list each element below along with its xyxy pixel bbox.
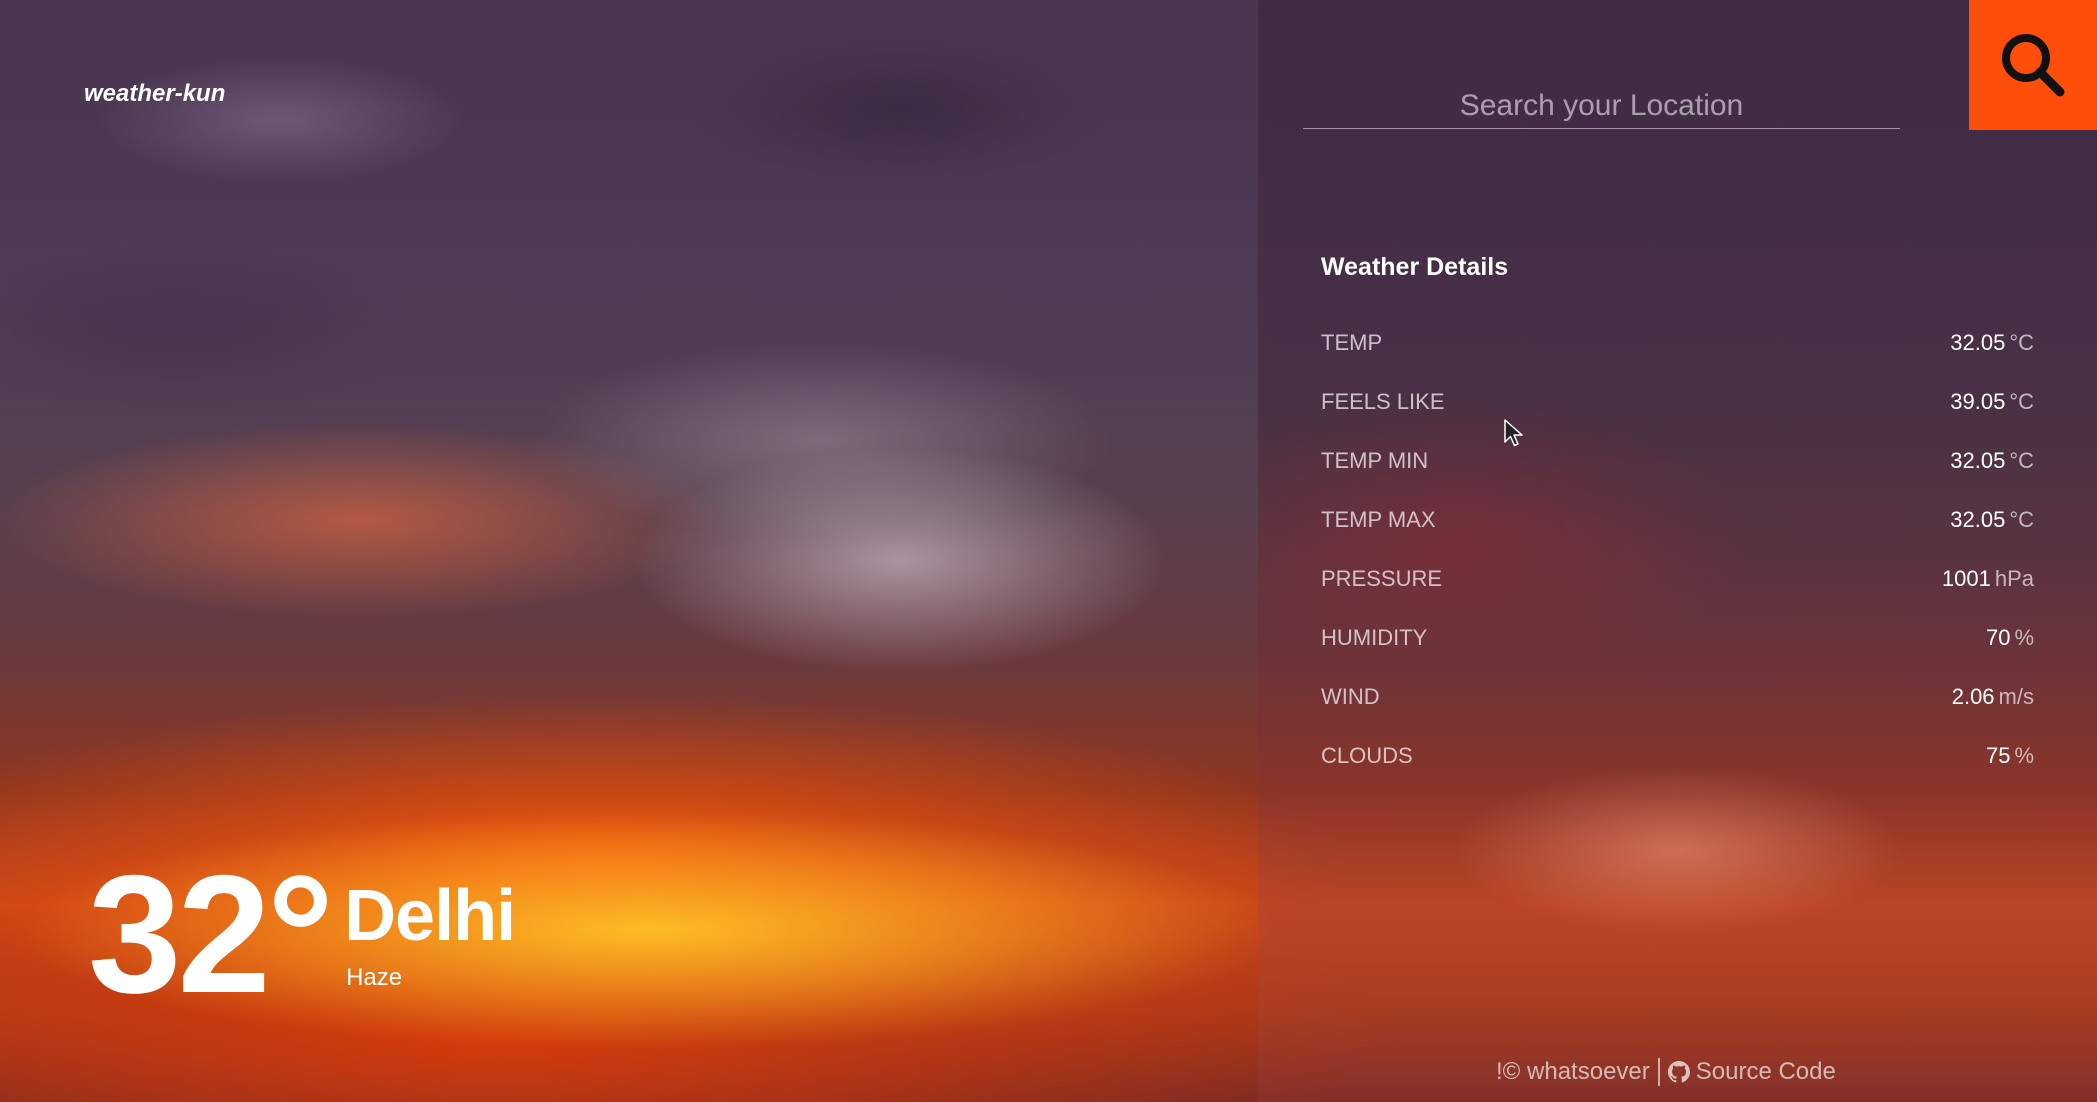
detail-value: 32.05 [1950,507,2006,532]
detail-value: 32.05 [1950,448,2006,473]
current-temperature: 32° [88,840,334,1028]
source-code-link[interactable]: Source Code [1667,1058,1836,1086]
detail-value-group: 75% [1986,743,2034,769]
search-input[interactable] [1303,84,1900,129]
detail-value: 32.05 [1950,330,2006,355]
detail-unit: % [2014,625,2034,650]
current-condition: Haze [346,964,403,991]
detail-label: TEMP MAX [1321,507,1436,532]
detail-unit: m/s [1998,684,2034,709]
weather-app: weather-kun 32° Delhi Haze Weather Detai… [0,0,2097,1102]
current-location-block: Delhi Haze [344,876,516,992]
detail-unit: °C [2009,330,2034,355]
detail-row-temp: TEMP 32.05 °C [1321,330,2034,389]
github-icon [1667,1061,1690,1083]
current-weather: 32° Delhi Haze [88,840,516,1028]
detail-label: CLOUDS [1321,743,1413,768]
detail-row-humidity: HUMIDITY 70% [1321,625,2034,684]
current-city: Delhi [344,876,516,956]
detail-value-group: 32.05 °C [1950,448,2034,474]
detail-row-temp-min: TEMP MIN 32.05 °C [1321,448,2034,507]
app-logo: weather-kun [84,80,226,107]
detail-row-clouds: CLOUDS 75% [1321,743,2034,802]
detail-value-group: 70% [1986,625,2034,651]
detail-value: 75 [1985,743,2011,768]
mouse-cursor-icon [1503,418,1525,453]
detail-unit: °C [2009,389,2034,414]
detail-value-group: 1001 hPa [1942,566,2034,592]
detail-value: 70 [1985,625,2011,650]
weather-details-title: Weather Details [1321,253,1509,281]
source-code-label: Source Code [1695,1058,1836,1085]
footer-divider [1657,1058,1660,1086]
detail-label: PRESSURE [1321,566,1443,591]
footer: !© whatsoever Source Code [1496,1058,1836,1086]
detail-row-temp-max: TEMP MAX 32.05 °C [1321,507,2034,566]
detail-value-group: 39.05 °C [1950,389,2034,415]
search-button[interactable] [1969,0,2097,130]
search-icon [1997,29,2069,101]
detail-label: TEMP MIN [1321,448,1429,473]
footer-copyright: !© whatsoever [1496,1058,1650,1085]
detail-label: FEELS LIKE [1321,389,1445,414]
detail-label: WIND [1321,684,1380,709]
detail-unit: % [2014,743,2034,768]
detail-row-pressure: PRESSURE 1001 hPa [1321,566,2034,625]
detail-label: HUMIDITY [1321,625,1428,650]
detail-value-group: 32.05 °C [1950,507,2034,533]
detail-value: 2.06 [1951,684,1995,709]
detail-row-wind: WIND 2.06 m/s [1321,684,2034,743]
detail-value: 1001 [1941,566,1991,591]
detail-label: TEMP [1321,330,1383,355]
detail-row-feels-like: FEELS LIKE 39.05 °C [1321,389,2034,448]
detail-unit: °C [2009,507,2034,532]
weather-details-list: TEMP 32.05 °C FEELS LIKE 39.05 °C TEMP MIN… [1321,330,2034,802]
detail-value: 39.05 [1950,389,2006,414]
detail-unit: hPa [1994,566,2034,591]
detail-value-group: 32.05 °C [1950,330,2034,356]
detail-unit: °C [2009,448,2034,473]
detail-value-group: 2.06 m/s [1952,684,2034,710]
